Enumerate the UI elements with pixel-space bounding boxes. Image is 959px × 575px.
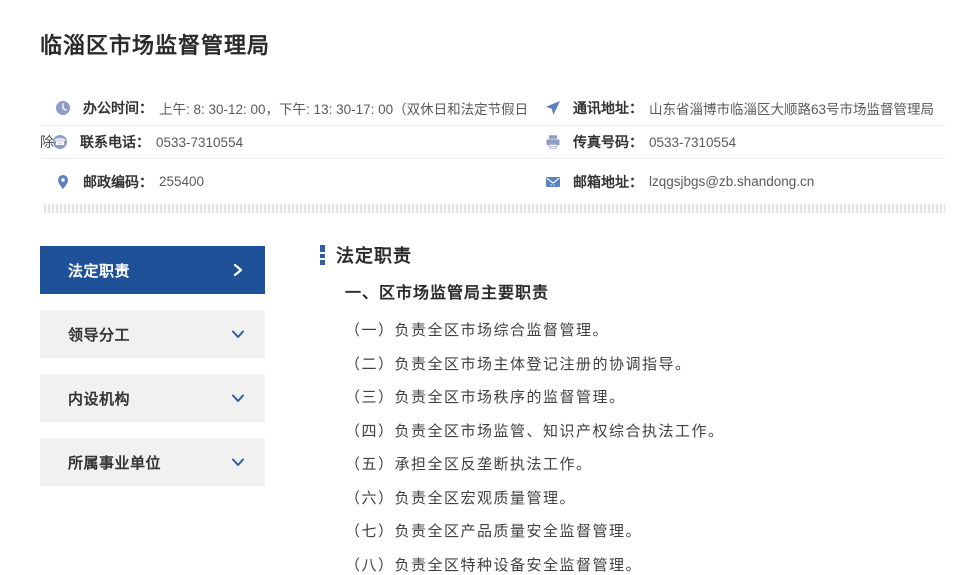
contact-row-2: 除 ☎ 联系电话： 0533-7310554 传真号码： 0533-731055… (40, 126, 945, 159)
contact-row-1: 办公时间： 上午: 8: 30-12: 00，下午: 13: 30-17: 00… (40, 90, 945, 126)
fax-icon (545, 134, 561, 150)
phone-value: 0533-7310554 (156, 135, 243, 150)
email-value: lzqgsjbgs@zb.shandong.cn (649, 174, 814, 189)
sidebar-menu: 法定职责 领导分工 内设机构 所属事业单位 (40, 246, 265, 502)
mailing-address-value: 山东省淄博市临淄区大顺路63号市场监督管理局 (649, 98, 934, 118)
fax-label: 传真号码： (573, 132, 643, 152)
section-title: 一、区市场监管局主要职责 (345, 279, 945, 303)
content-heading: 法定职责 (336, 242, 412, 268)
content-heading-row: 法定职责 (320, 244, 945, 266)
chevron-down-icon (231, 455, 245, 469)
office-hours-item: 办公时间： 上午: 8: 30-12: 00，下午: 13: 30-17: 00… (40, 98, 545, 118)
postal-code-value: 255400 (159, 174, 204, 189)
phone-icon: ☎ (52, 134, 68, 150)
duty-item-5: （五）承担全区反垄断执法工作。 (345, 447, 945, 481)
page-title: 临淄区市场监督管理局 (40, 28, 270, 60)
sidebar-item-label: 所属事业单位 (68, 452, 161, 473)
mailing-address-label: 通讯地址： (573, 98, 643, 118)
sidebar-item-legal-duties[interactable]: 法定职责 (40, 246, 265, 294)
chevron-down-icon (231, 327, 245, 341)
clock-icon (55, 100, 71, 116)
duty-item-3: （三）负责全区市场秩序的监督管理。 (345, 380, 945, 414)
phone-label: 联系电话： (80, 132, 150, 152)
postal-code-item: 邮政编码： 255400 (40, 172, 545, 192)
duty-item-7: （七）负责全区产品质量安全监督管理。 (345, 514, 945, 548)
sidebar-item-leadership-division[interactable]: 领导分工 (40, 310, 265, 358)
sidebar-item-label: 领导分工 (68, 324, 130, 345)
svg-text:☎: ☎ (54, 137, 66, 148)
email-item: 邮箱地址： lzqgsjbgs@zb.shandong.cn (545, 172, 945, 192)
fax-value: 0533-7310554 (649, 135, 736, 150)
contact-info-block: 办公时间： 上午: 8: 30-12: 00，下午: 13: 30-17: 00… (40, 90, 945, 204)
send-icon (545, 100, 561, 116)
duty-item-4: （四）负责全区市场监管、知识产权综合执法工作。 (345, 414, 945, 448)
heading-accent-bar (320, 245, 325, 265)
duty-item-8: （八）负责全区特种设备安全监督管理。 (345, 548, 945, 575)
fax-item: 传真号码： 0533-7310554 (545, 132, 945, 152)
duty-item-1: （一）负责全区市场综合监督管理。 (345, 313, 945, 347)
sidebar-item-affiliated-institutions[interactable]: 所属事业单位 (40, 438, 265, 486)
chevron-right-icon (231, 263, 245, 277)
mailing-address-item: 通讯地址： 山东省淄博市临淄区大顺路63号市场监督管理局 (545, 98, 945, 118)
sidebar-item-label: 法定职责 (68, 260, 130, 281)
location-pin-icon (55, 174, 71, 190)
striped-divider (44, 204, 945, 213)
email-label: 邮箱地址： (573, 172, 643, 192)
chevron-down-icon (231, 391, 245, 405)
office-hours-value: 上午: 8: 30-12: 00，下午: 13: 30-17: 00（双休日和法… (159, 98, 528, 118)
content-area: 法定职责 一、区市场监管局主要职责 （一）负责全区市场综合监督管理。 （二）负责… (320, 244, 945, 575)
duty-item-6: （六）负责全区宏观质量管理。 (345, 481, 945, 515)
duty-item-2: （二）负责全区市场主体登记注册的协调指导。 (345, 347, 945, 381)
sidebar-item-label: 内设机构 (68, 388, 130, 409)
phone-item: 除 ☎ 联系电话： 0533-7310554 (40, 132, 545, 152)
postal-code-label: 邮政编码： (83, 172, 153, 192)
contact-row-3: 邮政编码： 255400 邮箱地址： lzqgsjbgs@zb.shandong… (40, 159, 945, 204)
office-hours-label: 办公时间： (83, 98, 153, 118)
sidebar-item-internal-organs[interactable]: 内设机构 (40, 374, 265, 422)
duties-list: （一）负责全区市场综合监督管理。 （二）负责全区市场主体登记注册的协调指导。 （… (345, 313, 945, 575)
mail-icon (545, 174, 561, 190)
